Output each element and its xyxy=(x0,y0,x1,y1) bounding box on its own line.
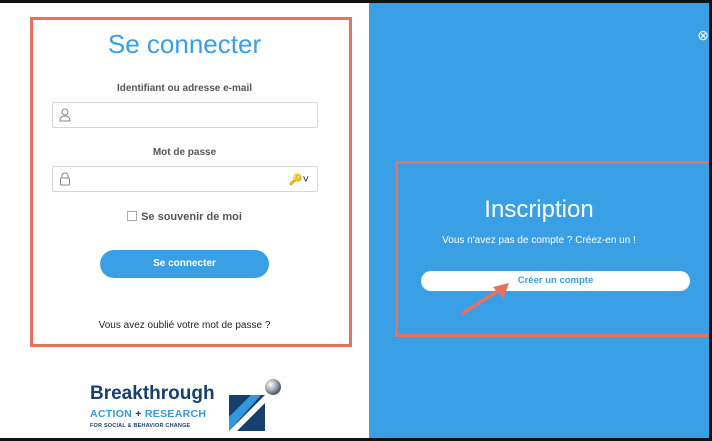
logo-line3: FOR SOCIAL & BEHAVIOR CHANGE xyxy=(90,423,191,429)
breakthrough-logo: Breakthrough ACTION + RESEARCH FOR SOCIA… xyxy=(90,375,300,435)
signup-panel: ⊗ Inscription Vous n'avez pas de compte … xyxy=(369,3,709,438)
highlight-box-signup xyxy=(395,161,709,337)
logo-line1: Breakthrough xyxy=(90,383,215,404)
logo-action: ACTION xyxy=(90,408,133,420)
highlight-box-login xyxy=(30,17,352,347)
logo-research: RESEARCH xyxy=(144,408,207,420)
close-icon[interactable]: ⊗ xyxy=(697,27,709,44)
login-modal: Se connecter Identifiant ou adresse e-ma… xyxy=(0,0,712,441)
logo-mark-icon xyxy=(229,379,281,431)
logo-line2: ACTION + RESEARCH xyxy=(90,408,206,420)
logo-plus: + xyxy=(135,408,142,420)
